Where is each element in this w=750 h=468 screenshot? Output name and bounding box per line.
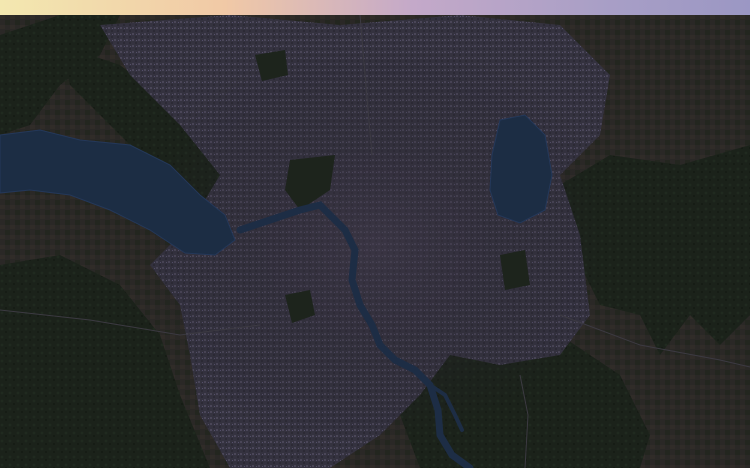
park-east	[500, 250, 530, 290]
satellite-map[interactable]	[0, 15, 750, 468]
map-screen	[0, 0, 750, 468]
map-canvas[interactable]	[0, 15, 750, 468]
top-gradient-bar	[0, 0, 750, 15]
